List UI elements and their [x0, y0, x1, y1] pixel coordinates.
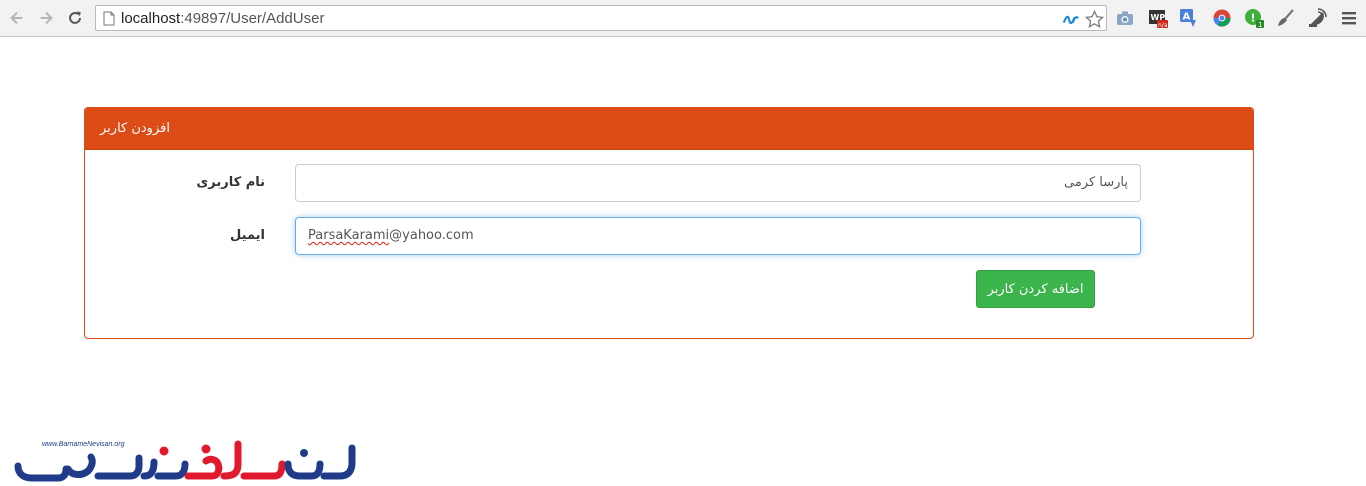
translate-icon[interactable]: A [1178, 7, 1200, 29]
logo-url: www.BarnameNevisan.org [42, 441, 125, 448]
username-label: نام کاربری [196, 175, 265, 190]
svg-text:n/a: n/a [1158, 22, 1168, 28]
wp-icon[interactable]: WP n/a [1147, 7, 1169, 29]
url-path: :49897/User/AddUser [180, 10, 325, 27]
add-user-button-label: اضافه کردن کاربر [987, 281, 1084, 297]
url-host: localhost [121, 10, 181, 27]
svg-text:!: ! [1251, 12, 1256, 25]
add-user-panel: افزودن کاربر نام کاربری پارسا کرمی ایمیل… [84, 107, 1254, 339]
panel-title: افزودن کاربر [100, 121, 170, 136]
satellite-icon[interactable] [1306, 7, 1328, 29]
reload-icon[interactable] [65, 8, 85, 28]
email-value-domain: @yahoo.com [389, 228, 474, 243]
dotnet-icon[interactable] [1061, 9, 1081, 29]
back-icon[interactable] [7, 8, 27, 28]
menu-icon[interactable] [1338, 7, 1360, 29]
star-icon[interactable] [1084, 9, 1104, 29]
username-value: پارسا کرمی [1063, 175, 1128, 190]
page-icon [103, 11, 115, 26]
green-ext-icon[interactable]: ! 1 [1243, 7, 1265, 29]
camera-icon[interactable] [1114, 7, 1136, 29]
address-bar[interactable]: localhost:49897/User/AddUser [95, 5, 1107, 31]
svg-text:1: 1 [1258, 21, 1262, 28]
email-input[interactable]: ParsaKarami@yahoo.com [295, 217, 1141, 255]
email-label: ایمیل [230, 228, 265, 243]
svg-text:A: A [1183, 12, 1191, 23]
barnamenevisan-logo: www.BarnameNevisan.org [12, 436, 364, 486]
browser-toolbar: localhost:49897/User/AddUser WP n/a A ! 1 [0, 0, 1366, 37]
url-text[interactable]: localhost:49897/User/AddUser [121, 9, 324, 28]
username-input[interactable]: پارسا کرمی [295, 164, 1141, 202]
email-value-misspelled: ParsaKarami [308, 228, 390, 243]
chrome-ext-icon[interactable] [1211, 7, 1233, 29]
add-user-button[interactable]: اضافه کردن کاربر [976, 270, 1095, 308]
forward-icon[interactable] [36, 8, 56, 28]
panel-heading: افزودن کاربر [85, 108, 1253, 150]
broom-icon[interactable] [1275, 7, 1297, 29]
